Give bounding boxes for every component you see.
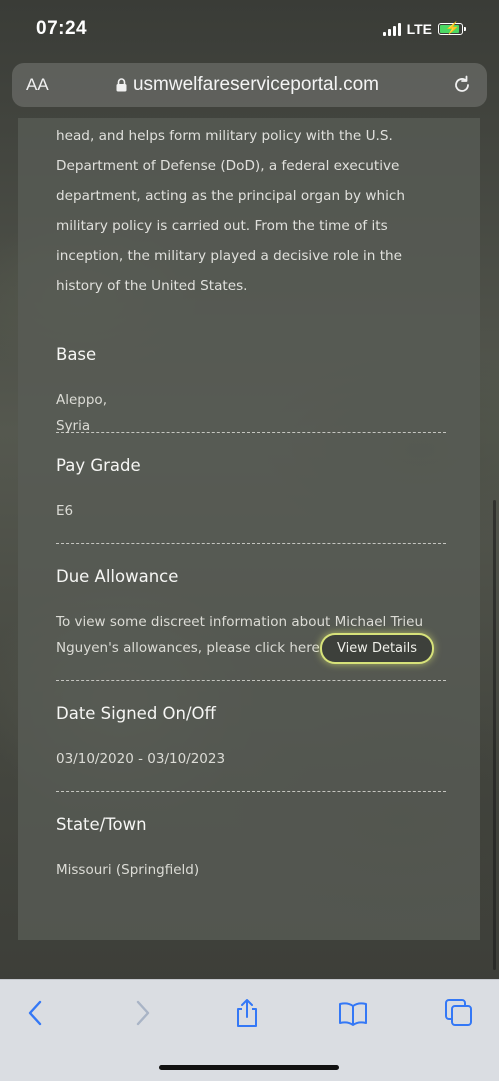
back-icon[interactable]: [21, 998, 51, 1028]
share-icon[interactable]: [232, 998, 262, 1028]
section-title-pay-grade: Pay Grade: [56, 456, 141, 475]
url-display[interactable]: usmwelfareserviceportal.com: [56, 74, 439, 96]
signal-icon: [382, 22, 401, 36]
url-text: usmwelfareserviceportal.com: [132, 74, 380, 95]
battery-icon: ⚡: [438, 21, 466, 35]
bookmarks-icon[interactable]: [338, 998, 368, 1028]
section-value-state-town: Missouri (Springfield): [56, 862, 200, 878]
clock: 07:24: [36, 18, 88, 39]
section-title: Base: [56, 345, 97, 364]
section-value-date-signed: 03/10/2020 - 03/10/2023: [56, 751, 226, 767]
scrollbar[interactable]: [493, 500, 496, 970]
address-bar[interactable]: AA usmwelfareserviceportal.com: [12, 63, 487, 107]
view-details-button[interactable]: View Details: [322, 635, 432, 662]
reload-icon[interactable]: [451, 74, 473, 96]
lock-icon: [116, 78, 127, 92]
divider: [56, 680, 446, 681]
section-value-pay-grade: E6: [56, 503, 74, 519]
divider: [56, 432, 446, 433]
tabs-icon[interactable]: [444, 998, 474, 1028]
network-type: LTE: [406, 21, 432, 37]
section-title-date-signed: Date Signed On/Off: [56, 704, 216, 723]
status-bar: 07:24 LTE ⚡: [0, 0, 499, 62]
text-size-button[interactable]: AA: [26, 75, 56, 95]
section-value: Aleppo, Syria: [56, 392, 107, 434]
intro-paragraph: head, and helps form military policy wit…: [56, 128, 405, 294]
status-indicators: LTE ⚡: [382, 21, 466, 37]
home-indicator: [159, 1065, 339, 1070]
divider: [56, 543, 446, 544]
section-title-due-allowance: Due Allowance: [56, 567, 179, 586]
section-title-state-town: State/Town: [56, 815, 147, 834]
divider: [56, 791, 446, 792]
page-content: head, and helps form military policy wit…: [56, 118, 446, 301]
forward-icon[interactable]: [127, 998, 157, 1028]
